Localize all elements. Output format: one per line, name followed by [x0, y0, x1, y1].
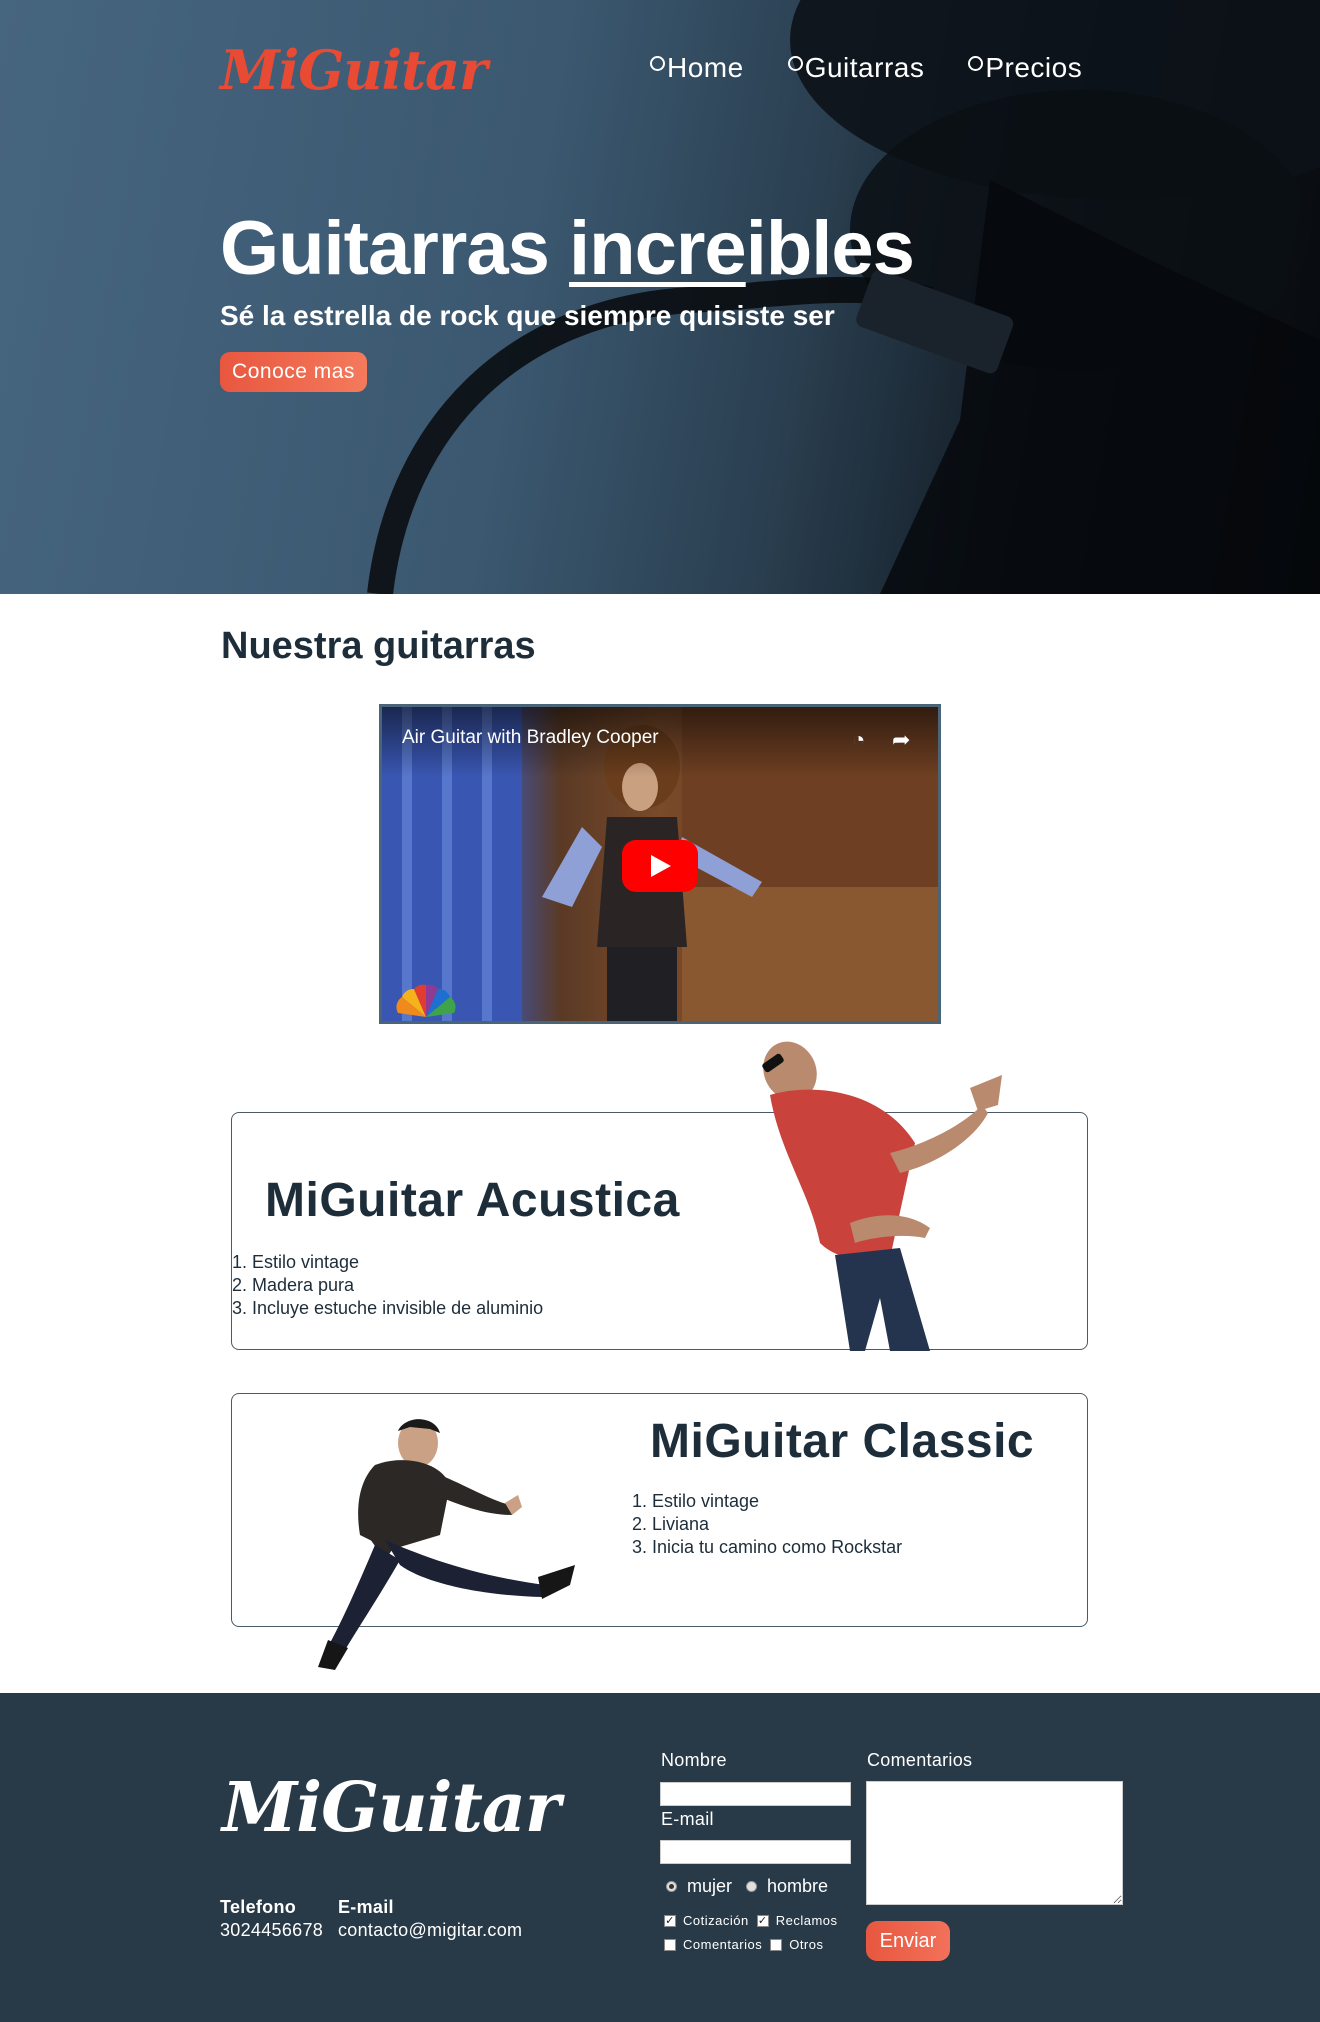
main-nav: Home Guitarras Precios	[650, 52, 1082, 84]
feature-list: Estilo vintage Liviana Inicia tu camino …	[632, 1490, 902, 1559]
header-logo[interactable]: MiGuitar	[220, 38, 488, 102]
share-icon[interactable]: ➦	[892, 727, 910, 753]
phone-block: Telefono 3024456678	[220, 1896, 323, 1942]
clock-icon[interactable]: ◔	[852, 727, 865, 753]
nav-home[interactable]: Home	[650, 52, 744, 84]
feature-item: Madera pura	[252, 1274, 543, 1297]
email-field-label: E-mail	[661, 1809, 714, 1829]
jumping-man-image	[318, 1419, 575, 1670]
nav-precios-label: Precios	[985, 52, 1083, 83]
hero-background-image	[367, 0, 1320, 594]
feature-item: Estilo vintage	[652, 1490, 902, 1513]
nav-precios[interactable]: Precios	[968, 52, 1082, 84]
checkbox-cotizacion-label: Cotización	[683, 1913, 749, 1928]
product-title: MiGuitar Classic	[650, 1415, 1035, 1468]
feature-item: Liviana	[652, 1513, 902, 1536]
checkbox-otros[interactable]	[770, 1938, 783, 1951]
video-title[interactable]: Air Guitar with Bradley Cooper	[402, 727, 659, 749]
radio-hombre-label: hombre	[767, 1876, 829, 1896]
comments-label: Comentarios	[867, 1750, 973, 1770]
name-label: Nombre	[661, 1750, 727, 1770]
feature-item: Inicia tu camino como Rockstar	[652, 1536, 902, 1559]
product-title: MiGuitar Acustica	[265, 1174, 680, 1227]
email-label: E-mail	[338, 1897, 394, 1917]
hero-title: Guitarras increibles	[220, 205, 915, 292]
hero-title-part-1: Guitarras	[220, 206, 570, 291]
checkbox-comentarios[interactable]	[664, 1938, 676, 1951]
comments-textarea[interactable]	[866, 1781, 1123, 1905]
video-embed[interactable]: Air Guitar with Bradley Cooper ◔ ➦	[379, 704, 941, 1024]
nav-guitarras-label: Guitarras	[804, 52, 925, 83]
phone-label: Telefono	[220, 1897, 297, 1917]
email-block: E-mail contacto@migitar.com	[338, 1896, 522, 1942]
hero-subtitle: Sé la estrella de rock que siempre quisi…	[220, 300, 835, 331]
feature-item: Estilo vintage	[252, 1251, 543, 1274]
footer-logo[interactable]: MiGuitar	[222, 1768, 561, 1848]
circle-bullet-icon	[787, 56, 803, 71]
phone-value: 3024456678	[220, 1920, 324, 1940]
email-value: contacto@migitar.com	[338, 1920, 523, 1940]
checkbox-cotizacion[interactable]: ✓	[664, 1914, 676, 1927]
section-title: Nuestra guitarras	[221, 625, 536, 667]
name-input[interactable]	[660, 1782, 851, 1806]
hero-title-part-2: ibles	[745, 206, 915, 291]
feature-list: Estilo vintage Madera pura Incluye estuc…	[232, 1251, 543, 1320]
circle-bullet-icon	[968, 56, 984, 71]
nav-home-label: Home	[667, 52, 744, 83]
radio-mujer[interactable]	[666, 1881, 677, 1892]
email-field[interactable]	[660, 1840, 851, 1864]
hero-title-underlined: incre	[569, 206, 747, 291]
checkbox-reclamos[interactable]: ✓	[756, 1914, 769, 1927]
play-icon[interactable]	[622, 840, 698, 892]
checkbox-comentarios-label: Comentarios	[683, 1937, 763, 1952]
feature-item: Incluye estuche invisible de aluminio	[252, 1297, 543, 1320]
gender-radio-group: mujer hombre	[666, 1876, 828, 1897]
nav-guitarras[interactable]: Guitarras	[787, 52, 925, 84]
submit-button[interactable]: Enviar	[866, 1921, 950, 1961]
nbc-peacock-logo	[396, 984, 456, 1017]
topics-row-2: Comentarios Otros	[664, 1937, 824, 1952]
circle-bullet-icon	[650, 56, 665, 71]
air-guitar-man-image	[762, 1041, 1002, 1351]
checkbox-reclamos-label: Reclamos	[775, 1913, 838, 1928]
footer: MiGuitar Telefono 3024456678 E-mail cont…	[0, 1693, 1320, 2022]
hero-banner: MiGuitar Home Guitarras Precios Guitarra…	[0, 0, 1320, 594]
checkbox-otros-label: Otros	[789, 1937, 824, 1952]
topics-row-1: ✓ Cotización ✓ Reclamos	[664, 1913, 838, 1928]
cta-button[interactable]: Conoce mas	[220, 352, 367, 392]
radio-hombre[interactable]	[746, 1881, 758, 1892]
radio-mujer-label: mujer	[687, 1876, 733, 1896]
